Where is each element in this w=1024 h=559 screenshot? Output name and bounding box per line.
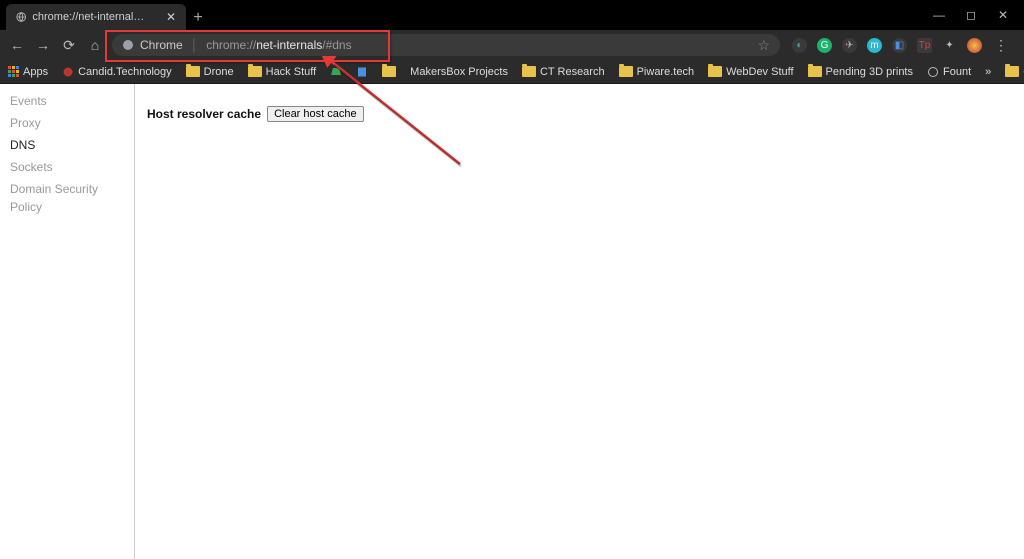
address-bar[interactable]: Chrome │ chrome://net-internals/#dns ☆ xyxy=(112,34,780,56)
profile-avatar[interactable] xyxy=(967,38,982,53)
clear-host-cache-button[interactable]: Clear host cache xyxy=(267,106,364,122)
minimize-button[interactable]: — xyxy=(930,8,948,22)
browser-tab[interactable]: chrome://net-internals/#dns ✕ xyxy=(6,4,186,30)
other-bookmarks[interactable]: Other bookmarks xyxy=(1005,66,1024,78)
tab-bar: chrome://net-internals/#dns ✕ + — ◻ ✕ xyxy=(0,0,1024,30)
maximize-button[interactable]: ◻ xyxy=(962,8,980,22)
bookmark-star-icon[interactable]: ☆ xyxy=(757,37,770,54)
site-icon xyxy=(62,66,74,78)
home-button[interactable]: ⌂ xyxy=(86,37,104,53)
folder-icon xyxy=(382,66,396,77)
extension-icon-6[interactable]: Tp xyxy=(917,38,932,53)
omnibox-url: chrome://net-internals/#dns xyxy=(206,38,351,52)
extension-icon-1[interactable]: ◐ xyxy=(792,38,807,53)
reload-button[interactable]: ⟳ xyxy=(60,37,78,54)
folder-icon xyxy=(248,66,262,77)
close-tab-icon[interactable]: ✕ xyxy=(166,10,176,24)
sidebar-item-events[interactable]: Events xyxy=(0,90,134,112)
apps-button[interactable]: Apps xyxy=(8,66,48,78)
main-panel: Host resolver cache Clear host cache xyxy=(135,84,376,559)
doc-icon xyxy=(356,66,368,78)
extension-icon-3[interactable]: ✈ xyxy=(842,38,857,53)
folder-icon xyxy=(186,66,200,77)
menu-button[interactable]: ⋮ xyxy=(992,37,1010,54)
folder-icon xyxy=(522,66,536,77)
bookmark-3d-prints[interactable]: Pending 3D prints xyxy=(808,66,913,78)
sidebar-item-domain-security[interactable]: Domain Security Policy xyxy=(0,178,134,218)
extension-icon-4[interactable]: m xyxy=(867,38,882,53)
bookmark-ct-research[interactable]: CT Research xyxy=(522,66,605,78)
folder-icon xyxy=(1005,66,1019,77)
folder-icon xyxy=(619,66,633,77)
toolbar: ← → ⟳ ⌂ Chrome │ chrome://net-internals/… xyxy=(0,30,1024,60)
bookmarks-overflow[interactable]: » xyxy=(985,66,991,78)
sidebar-item-dns[interactable]: DNS xyxy=(0,134,134,156)
bookmark-item[interactable] xyxy=(356,66,368,78)
bookmark-item[interactable] xyxy=(382,66,396,77)
bookmark-drone[interactable]: Drone xyxy=(186,66,234,78)
window-controls: — ◻ ✕ xyxy=(930,0,1024,30)
bookmark-candid-technology[interactable]: Candid.Technology xyxy=(62,66,172,78)
extension-icon-2[interactable]: G xyxy=(817,38,832,53)
close-window-button[interactable]: ✕ xyxy=(994,8,1012,22)
bookmark-fount[interactable]: Fount xyxy=(927,66,971,78)
omnibox-separator: │ xyxy=(191,38,199,52)
sidebar-item-sockets[interactable]: Sockets xyxy=(0,156,134,178)
apps-grid-icon xyxy=(8,66,19,77)
drive-icon xyxy=(330,66,342,78)
omnibox-scheme-label: Chrome xyxy=(140,38,183,52)
sidebar-item-proxy[interactable]: Proxy xyxy=(0,112,134,134)
tab-title: chrome://net-internals/#dns xyxy=(32,11,148,23)
bookmark-webdev[interactable]: WebDev Stuff xyxy=(708,66,793,78)
globe-icon xyxy=(927,66,939,78)
host-resolver-label: Host resolver cache xyxy=(147,107,261,121)
back-button[interactable]: ← xyxy=(8,37,26,53)
sidebar: Events Proxy DNS Sockets Domain Security… xyxy=(0,84,135,559)
globe-icon xyxy=(16,11,26,23)
new-tab-button[interactable]: + xyxy=(186,6,210,30)
bookmark-item[interactable] xyxy=(330,66,342,78)
chrome-icon xyxy=(122,39,134,51)
bookmark-hack-stuff[interactable]: Hack Stuff xyxy=(248,66,317,78)
extension-icons: ◐ G ✈ m ◧ Tp ✦ ⋮ xyxy=(792,37,1016,54)
folder-icon xyxy=(708,66,722,77)
folder-icon xyxy=(808,66,822,77)
bookmark-piware[interactable]: Piware.tech xyxy=(619,66,694,78)
bookmarks-bar: Apps Candid.Technology Drone Hack Stuff … xyxy=(0,60,1024,84)
forward-button[interactable]: → xyxy=(34,37,52,53)
bookmark-makersbox[interactable]: MakersBox Projects xyxy=(410,66,508,78)
extension-icon-5[interactable]: ◧ xyxy=(892,38,907,53)
page-content: Events Proxy DNS Sockets Domain Security… xyxy=(0,84,1024,559)
extensions-puzzle-icon[interactable]: ✦ xyxy=(942,38,957,53)
